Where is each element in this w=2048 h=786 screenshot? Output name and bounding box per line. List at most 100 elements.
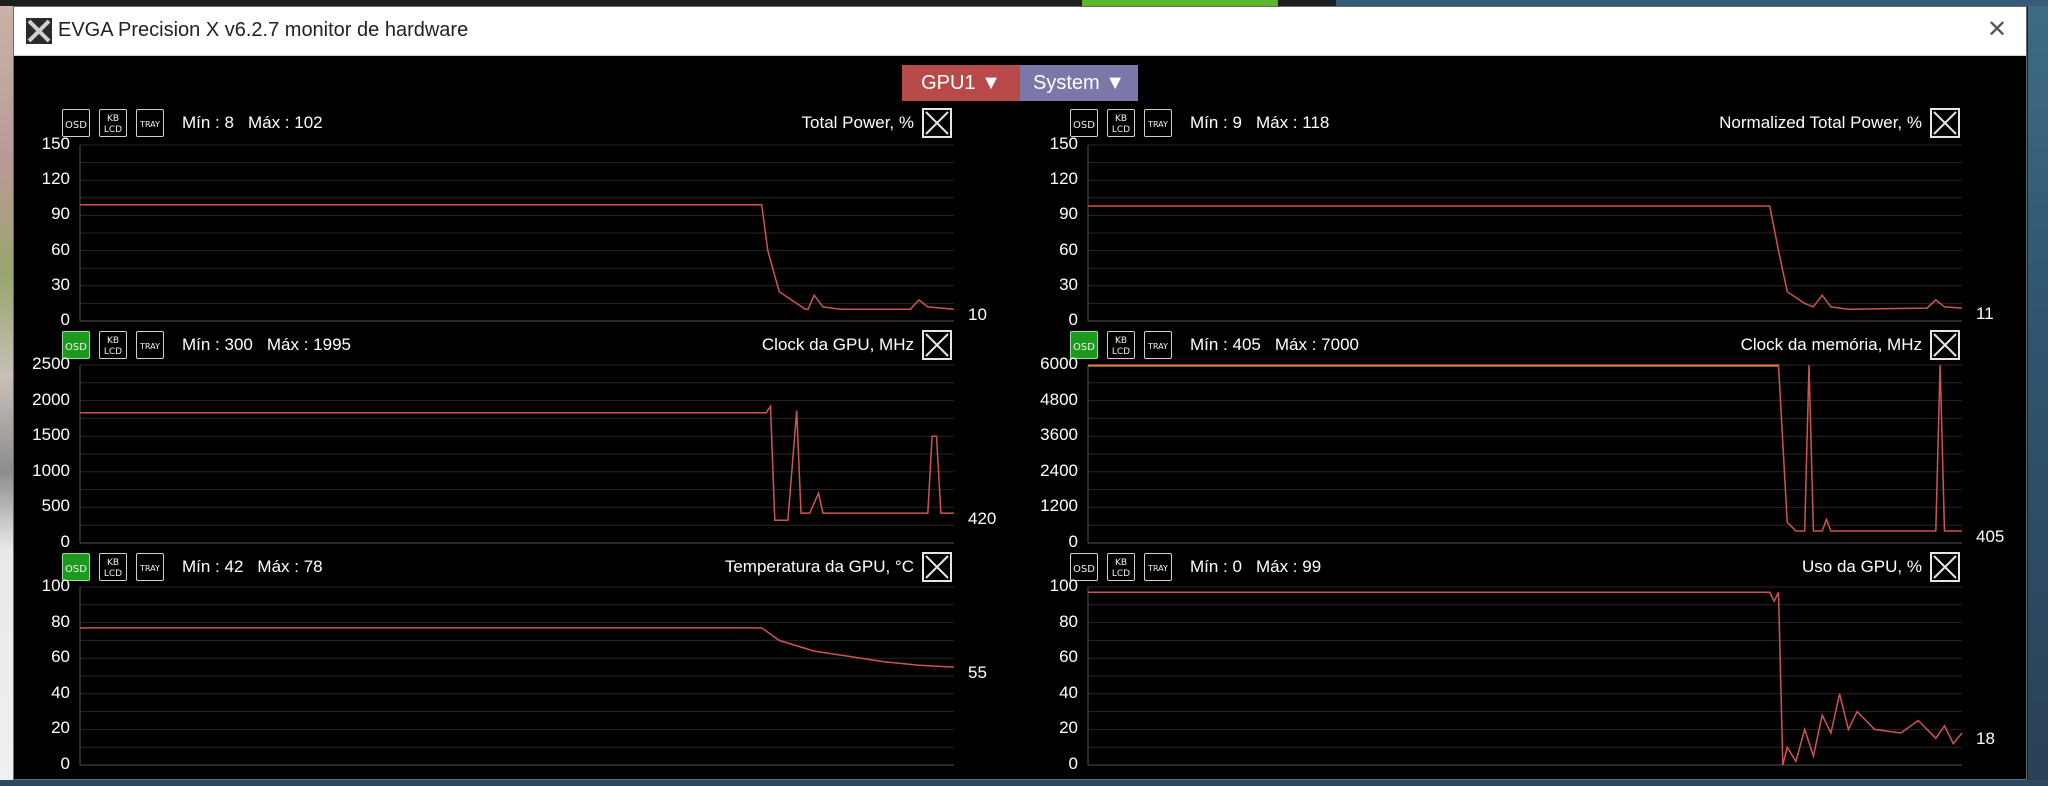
graph-plot-area — [79, 364, 954, 544]
current-value-label: 11 — [1976, 304, 1994, 324]
close-graph-icon[interactable] — [922, 552, 952, 582]
title-bar[interactable]: EVGA Precision X v6.2.7 monitor de hardw… — [14, 7, 2026, 56]
min-value: Mín : 0 — [1190, 557, 1242, 576]
y-tick-label: 90 — [1059, 204, 1078, 224]
max-value: Máx : 1995 — [266, 335, 351, 354]
y-tick-label: 1200 — [1040, 496, 1078, 516]
close-window-button[interactable]: ✕ — [1982, 15, 2012, 45]
svg-text:LCD: LCD — [104, 125, 122, 135]
series-line — [80, 627, 955, 668]
svg-text:KB: KB — [107, 114, 119, 124]
current-value-label: 420 — [968, 509, 997, 529]
desktop-wallpaper-right — [2028, 0, 2048, 786]
lcd-keyboard-icon[interactable]: KB LCD — [99, 331, 127, 359]
lcd-keyboard-icon[interactable]: KB LCD — [99, 553, 127, 581]
system-selector-button[interactable]: System ▼ — [1020, 65, 1138, 101]
graph-plot-area — [79, 586, 955, 766]
current-value-label: 55 — [968, 663, 987, 683]
svg-text:OSD: OSD — [65, 120, 87, 131]
max-value: Máx : 99 — [1255, 557, 1322, 576]
y-tick-label: 120 — [41, 169, 70, 189]
y-tick-label: 90 — [51, 204, 70, 224]
close-graph-icon[interactable] — [1930, 330, 1960, 360]
max-value: Máx : 118 — [1255, 113, 1330, 132]
series-line — [1088, 364, 1962, 532]
y-tick-label: 0 — [60, 532, 70, 551]
graph-title: Clock da memória, MHz — [1740, 335, 1922, 354]
y-tick-label: 2000 — [32, 389, 70, 409]
svg-text:LCD: LCD — [104, 347, 122, 357]
lcd-keyboard-icon[interactable]: KB LCD — [1107, 109, 1135, 137]
series-line — [80, 404, 954, 521]
gpu-selector-button[interactable]: GPU1 ▼ — [902, 65, 1020, 101]
svg-text:LCD: LCD — [1112, 125, 1130, 135]
graph-title: Normalized Total Power, % — [1719, 113, 1922, 132]
y-tick-label: 1500 — [32, 425, 70, 445]
tray-icon[interactable]: TRAY — [136, 553, 164, 581]
tray-icon[interactable]: TRAY — [1144, 109, 1172, 137]
min-max-readout: Mín : 300 Máx : 1995 — [182, 335, 351, 355]
close-graph-icon[interactable] — [922, 108, 952, 138]
graph-title: Clock da GPU, MHz — [761, 335, 914, 354]
max-value: Máx : 78 — [257, 557, 323, 576]
svg-text:LCD: LCD — [1112, 569, 1130, 579]
close-graph-icon[interactable] — [1930, 552, 1960, 582]
y-tick-label: 80 — [51, 611, 70, 631]
y-tick-label: 60 — [51, 647, 70, 667]
lcd-keyboard-icon[interactable]: KB LCD — [99, 109, 127, 137]
y-tick-label: 2500 — [32, 354, 70, 373]
svg-text:OSD: OSD — [1073, 564, 1095, 575]
y-tick-label: 0 — [60, 310, 70, 329]
max-value: Máx : 102 — [247, 113, 323, 132]
desktop-bottom-strip — [0, 780, 2048, 786]
current-value-label: 405 — [1976, 526, 2005, 546]
min-value: Mín : 300 — [182, 335, 253, 354]
y-tick-label: 60 — [1059, 647, 1078, 667]
close-graph-icon[interactable] — [922, 330, 952, 360]
y-tick-label: 500 — [41, 496, 70, 516]
min-max-readout: Mín : 0 Máx : 99 — [1190, 557, 1321, 577]
tray-icon[interactable]: TRAY — [1144, 553, 1172, 581]
graph-plot-area — [1087, 586, 1963, 766]
tray-icon[interactable]: TRAY — [136, 109, 164, 137]
svg-text:KB: KB — [1115, 558, 1127, 568]
osd-toggle-icon[interactable]: OSD — [62, 109, 90, 137]
min-max-readout: Mín : 42 Máx : 78 — [182, 557, 323, 577]
min-value: Mín : 8 — [182, 113, 234, 132]
graph-plot-area — [1087, 144, 1963, 322]
close-graph-icon[interactable] — [1930, 108, 1960, 138]
svg-text:OSD: OSD — [65, 342, 87, 353]
svg-text:OSD: OSD — [1073, 342, 1095, 353]
max-value: Máx : 7000 — [1274, 335, 1359, 354]
y-tick-label: 0 — [1068, 754, 1078, 773]
svg-text:TRAY: TRAY — [139, 342, 160, 351]
y-tick-label: 0 — [1068, 310, 1078, 329]
y-tick-label: 80 — [1059, 611, 1078, 631]
min-value: Mín : 405 — [1190, 335, 1261, 354]
min-value: Mín : 9 — [1190, 113, 1242, 132]
svg-text:KB: KB — [1115, 336, 1127, 346]
series-line — [80, 204, 955, 311]
svg-text:OSD: OSD — [65, 564, 87, 575]
osd-toggle-icon[interactable]: OSD — [1070, 109, 1098, 137]
lcd-keyboard-icon[interactable]: KB LCD — [1107, 331, 1135, 359]
graph-title: Temperatura da GPU, °C — [724, 557, 914, 576]
svg-text:OSD: OSD — [1073, 120, 1095, 131]
tray-icon[interactable]: TRAY — [1144, 331, 1172, 359]
min-max-readout: Mín : 9 Máx : 118 — [1190, 113, 1329, 133]
series-line — [1088, 205, 1963, 311]
hardware-monitor-window: EVGA Precision X v6.2.7 monitor de hardw… — [13, 6, 2027, 780]
svg-text:TRAY: TRAY — [139, 564, 160, 573]
y-tick-label: 20 — [1059, 718, 1078, 738]
svg-text:TRAY: TRAY — [139, 120, 160, 129]
min-value: Mín : 42 — [182, 557, 244, 576]
min-max-readout: Mín : 8 Máx : 102 — [182, 113, 323, 133]
y-tick-label: 30 — [51, 274, 70, 294]
y-tick-label: 100 — [41, 576, 70, 595]
y-tick-label: 2400 — [1040, 460, 1078, 480]
lcd-keyboard-icon[interactable]: KB LCD — [1107, 553, 1135, 581]
svg-text:KB: KB — [107, 336, 119, 346]
graph-plot-area — [79, 144, 955, 322]
tray-icon[interactable]: TRAY — [136, 331, 164, 359]
y-tick-label: 40 — [1059, 682, 1078, 702]
